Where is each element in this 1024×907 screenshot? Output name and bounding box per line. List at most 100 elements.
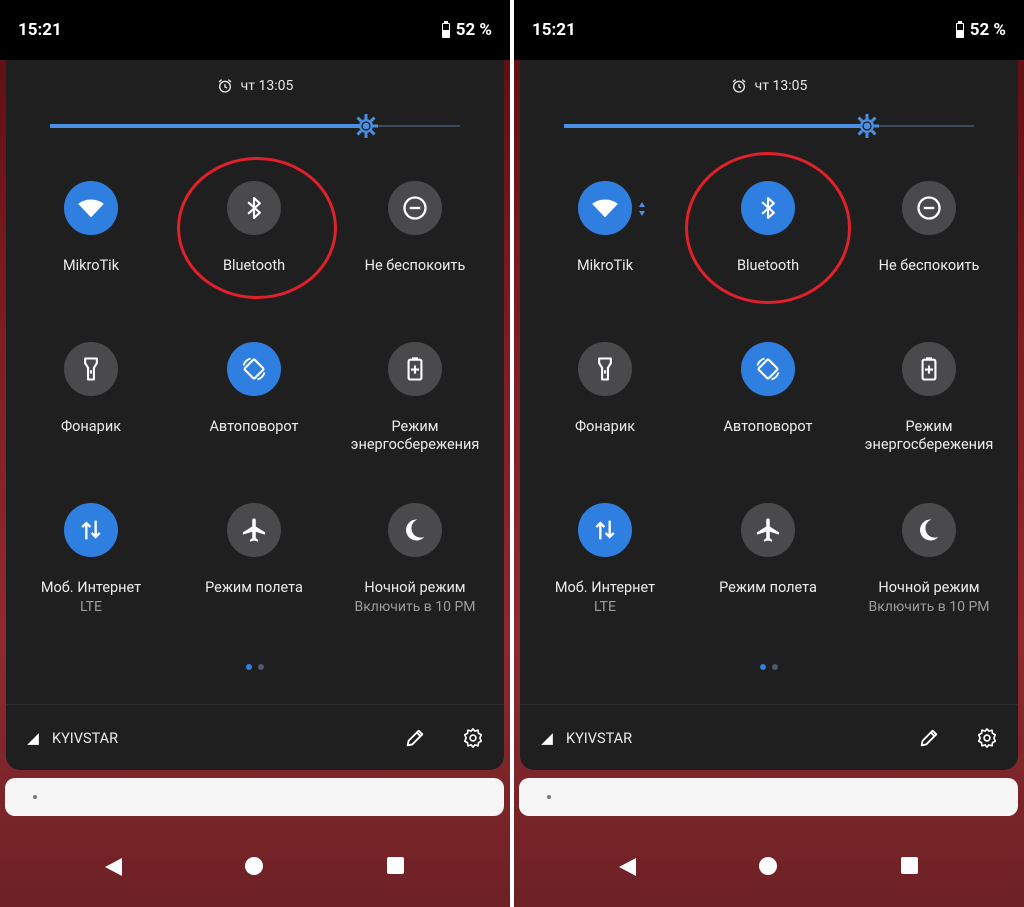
battery-indicator: 52 % <box>955 20 1006 40</box>
brightness-fill <box>564 124 868 128</box>
tile-auto-rotate[interactable]: Автоповорот <box>688 342 848 436</box>
tile-label: Фонарик <box>60 418 122 435</box>
status-time: 15:21 <box>18 20 62 40</box>
notification-card[interactable] <box>5 778 504 816</box>
tile-bluetooth[interactable]: Bluetooth <box>174 181 334 275</box>
signal-icon <box>540 732 554 746</box>
tile-toggle-button[interactable] <box>741 342 795 396</box>
status-time: 15:21 <box>532 20 576 40</box>
tile-toggle-button[interactable] <box>227 503 281 557</box>
tile-night-mode[interactable]: Ночной режим Включить в 10 PM <box>849 503 1009 617</box>
tile-flashlight[interactable]: Фонарик <box>11 342 171 436</box>
alarm-icon <box>731 78 747 94</box>
tile-toggle-button[interactable] <box>227 181 281 235</box>
do-not-disturb-icon <box>401 194 429 222</box>
back-icon[interactable] <box>103 857 123 877</box>
notification-bullet <box>547 795 551 799</box>
tile-wifi[interactable]: MikroTik <box>525 181 685 275</box>
recents-button[interactable] <box>901 857 918 874</box>
tile-toggle-button[interactable] <box>902 503 956 557</box>
mobile-data-icon <box>591 516 619 544</box>
tile-toggle-button[interactable] <box>578 181 645 235</box>
page-dot-2 <box>258 664 264 670</box>
tile-label: Автоповорот <box>723 418 813 435</box>
back-icon[interactable] <box>617 857 637 877</box>
brightness-icon[interactable] <box>354 114 378 138</box>
tile-airplane[interactable]: Режим полета <box>174 503 334 597</box>
tile-toggle-button[interactable] <box>741 181 795 235</box>
tile-airplane[interactable]: Режим полета <box>688 503 848 597</box>
tile-toggle-button[interactable] <box>388 181 442 235</box>
brightness-slider[interactable] <box>564 122 974 130</box>
edit-icon[interactable] <box>404 727 426 749</box>
battery-icon <box>955 20 964 38</box>
next-alarm[interactable]: чт 13:05 <box>520 78 1018 94</box>
airplane-icon <box>754 516 782 544</box>
tile-toggle-button[interactable] <box>388 342 442 396</box>
tile-toggle-button[interactable] <box>64 503 118 557</box>
tile-label: Bluetooth <box>736 257 800 274</box>
flashlight-icon <box>591 355 619 383</box>
bluetooth-icon <box>240 194 268 222</box>
tile-label: Ночной режим <box>364 579 466 596</box>
home-button[interactable] <box>245 857 263 875</box>
tile-toggle-button[interactable] <box>388 503 442 557</box>
signal-icon <box>26 732 40 746</box>
tile-sublabel: LTE <box>594 599 616 615</box>
tile-sublabel: Включить в 10 PM <box>868 599 990 615</box>
tile-mobile-data[interactable]: Моб. Интернет LTE <box>11 503 171 617</box>
tile-mobile-data[interactable]: Моб. Интернет LTE <box>525 503 685 617</box>
tile-bluetooth[interactable]: Bluetooth <box>688 181 848 275</box>
carrier-name: KYIVSTAR <box>566 730 633 747</box>
tile-battery-saver[interactable]: Режим энергосбережения <box>335 342 495 454</box>
tile-auto-rotate[interactable]: Автоповорот <box>174 342 334 436</box>
page-dot-1 <box>246 664 252 670</box>
next-alarm[interactable]: чт 13:05 <box>6 78 504 94</box>
tile-label: Автоповорот <box>209 418 299 435</box>
tile-battery-saver[interactable]: Режим энергосбережения <box>849 342 1009 454</box>
battery-indicator: 52 % <box>441 20 492 40</box>
wifi-icon <box>77 194 105 222</box>
tile-toggle-button[interactable] <box>902 342 956 396</box>
tile-toggle-button[interactable] <box>578 342 632 396</box>
settings-gear-icon[interactable] <box>976 727 998 749</box>
tile-label: Моб. Интернет <box>40 579 142 596</box>
battery-saver-icon <box>401 355 429 383</box>
alarm-icon <box>217 78 233 94</box>
tile-flashlight[interactable]: Фонарик <box>525 342 685 436</box>
home-button[interactable] <box>759 857 777 875</box>
tile-label: Не беспокоить <box>878 257 980 274</box>
wifi-activity-icon <box>639 202 645 216</box>
battery-percent: 52 % <box>455 20 492 40</box>
tile-night-mode[interactable]: Ночной режим Включить в 10 PM <box>335 503 495 617</box>
tile-do-not-disturb[interactable]: Не беспокоить <box>849 181 1009 275</box>
tile-toggle-button[interactable] <box>741 503 795 557</box>
tile-wifi[interactable]: MikroTik <box>11 181 171 275</box>
tile-toggle-button[interactable] <box>227 342 281 396</box>
night-mode-icon <box>915 516 943 544</box>
tile-label: Фонарик <box>574 418 636 435</box>
notification-card[interactable] <box>519 778 1018 816</box>
brightness-slider[interactable] <box>50 122 460 130</box>
panel-footer: KYIVSTAR <box>6 704 504 771</box>
night-mode-icon <box>401 516 429 544</box>
battery-icon <box>441 20 450 38</box>
edit-icon[interactable] <box>918 727 940 749</box>
tile-do-not-disturb[interactable]: Не беспокоить <box>335 181 495 275</box>
tile-toggle-button[interactable] <box>64 342 118 396</box>
tile-toggle-button[interactable] <box>578 503 632 557</box>
recents-button[interactable] <box>387 857 404 874</box>
tile-label: Режим энергосбережения <box>864 418 994 453</box>
do-not-disturb-icon <box>915 194 943 222</box>
tile-label: Не беспокоить <box>364 257 466 274</box>
tile-label: Режим полета <box>205 579 303 596</box>
page-indicator <box>520 664 1018 670</box>
airplane-icon <box>240 516 268 544</box>
brightness-icon[interactable] <box>855 114 879 138</box>
tile-toggle-button[interactable] <box>64 181 118 235</box>
auto-rotate-icon <box>754 355 782 383</box>
tile-label: Режим энергосбережения <box>350 418 480 453</box>
settings-gear-icon[interactable] <box>462 727 484 749</box>
page-dot-1 <box>760 664 766 670</box>
tile-toggle-button[interactable] <box>902 181 956 235</box>
